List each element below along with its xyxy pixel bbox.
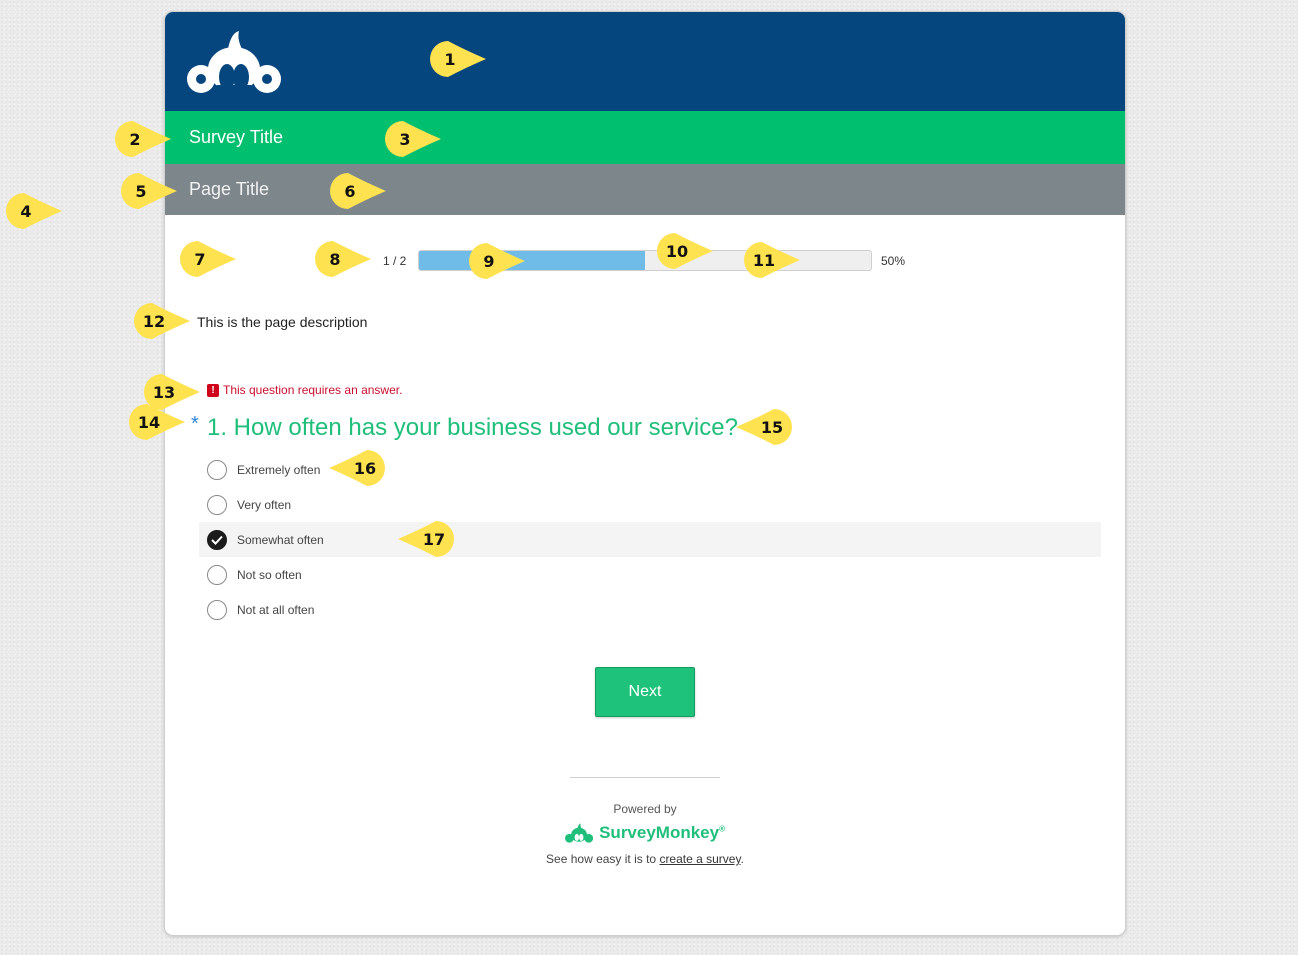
annotation-marker: 11: [743, 241, 801, 279]
create-survey-link[interactable]: create a survey: [659, 852, 740, 866]
annotation-marker: 12: [133, 302, 191, 340]
page-description: This is the page description: [197, 314, 368, 330]
answer-option-selected[interactable]: Somewhat often: [199, 522, 1101, 557]
annotation-marker: 15: [735, 408, 793, 446]
answer-option-label: Very often: [237, 497, 292, 512]
annotation-marker: 7: [179, 240, 237, 278]
page-title-bar: Page Title: [165, 164, 1125, 215]
brand-name: SurveyMonkey®: [599, 823, 725, 842]
powered-by-text: Powered by: [613, 802, 677, 816]
error-message: ! This question requires an answer.: [207, 383, 402, 397]
radio-button[interactable]: [207, 459, 227, 480]
radio-button[interactable]: [207, 564, 227, 585]
annotation-marker: 10: [656, 232, 714, 270]
page-title: Page Title: [189, 179, 270, 199]
answer-option[interactable]: Very often: [199, 487, 1101, 522]
annotation-marker: 1: [429, 40, 487, 78]
answer-option-label: Somewhat often: [237, 532, 324, 547]
annotation-marker: 2: [114, 120, 172, 158]
progress-bar-fill: [419, 251, 645, 270]
footer-divider: [570, 777, 720, 778]
annotation-marker: 9: [468, 242, 526, 280]
survey-header: [165, 12, 1125, 111]
annotation-marker: 5: [120, 172, 178, 210]
annotation-marker: 3: [384, 120, 442, 158]
error-icon: !: [207, 383, 219, 397]
radio-button[interactable]: [207, 494, 227, 515]
answer-option-label: Not so often: [237, 567, 302, 582]
answer-option-label: Not at all often: [237, 602, 315, 617]
answer-option-label: Extremely often: [237, 462, 321, 477]
check-icon: [211, 535, 223, 545]
surveymonkey-logo-icon: [187, 31, 281, 95]
progress-counter: 1 / 2: [383, 254, 407, 268]
radio-button[interactable]: [207, 599, 227, 620]
annotation-marker: 16: [328, 449, 386, 487]
annotation-marker: 14: [128, 403, 186, 441]
answer-option[interactable]: Not at all often: [199, 592, 1101, 627]
annotation-marker: 17: [397, 520, 455, 558]
required-marker: *: [191, 413, 199, 435]
progress-percent: 50%: [881, 254, 906, 268]
radio-button-checked[interactable]: [207, 529, 227, 550]
surveymonkey-brand[interactable]: SurveyMonkey®: [565, 819, 725, 847]
footer-cta: See how easy it is to create a survey.: [546, 852, 744, 866]
survey-title-bar: Survey Title: [165, 111, 1125, 164]
annotation-marker: 4: [5, 192, 63, 230]
surveymonkey-brand-icon: [565, 823, 594, 843]
error-text: This question requires an answer.: [223, 383, 403, 397]
answer-option[interactable]: Not so often: [199, 557, 1101, 592]
annotation-marker: 6: [329, 172, 387, 210]
survey-card: Survey Title Page Title 1 / 2 50% This i…: [165, 12, 1125, 935]
question-title: 1. How often has your business used our …: [207, 414, 738, 441]
annotation-marker: 8: [314, 240, 372, 278]
survey-title: Survey Title: [189, 127, 284, 147]
next-button[interactable]: Next: [595, 667, 695, 717]
